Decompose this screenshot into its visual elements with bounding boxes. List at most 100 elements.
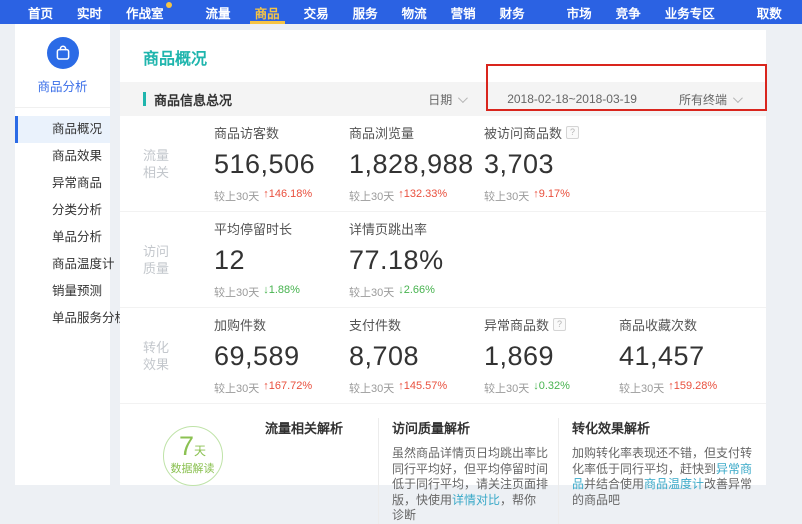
metric-card: 异常商品数 ? 1,869 较上30天 ↓0.32% <box>484 315 619 396</box>
sidebar-item-label: 商品概况 <box>52 122 102 136</box>
insight-link[interactable]: 详情对比 <box>452 493 500 507</box>
metric-cards: 平均停留时长 12 较上30天 ↓1.88% 详情页跳出率 77.18% 较上3… <box>214 219 484 300</box>
top-nav-item[interactable]: 服务 <box>341 0 390 24</box>
metric-delta: ↓1.88% <box>263 284 300 300</box>
top-nav-item-label: 服务 <box>353 3 378 22</box>
sidebar-item-label: 单品分析 <box>52 230 102 244</box>
top-nav: 首页 实时 作战室 流量 商品 交易 服务 物流 营销 财务 <box>0 0 802 24</box>
metric-row: 访问质量 平均停留时长 12 较上30天 ↓1.88% 详情页跳出率 77.18… <box>120 212 766 308</box>
top-nav-item[interactable]: 市场 <box>555 0 604 24</box>
sidebar-item[interactable]: 商品效果 <box>15 143 110 170</box>
compare-label: 较上30天 <box>214 188 259 204</box>
top-nav-item[interactable]: 实时 <box>65 0 114 24</box>
top-nav-item-label: 市场 <box>567 3 592 22</box>
help-icon[interactable]: ? <box>553 318 566 331</box>
metric-value: 77.18% <box>349 245 484 276</box>
metric-delta: ↑159.28% <box>668 380 717 396</box>
sidebar-item[interactable]: 分类分析 <box>15 197 110 224</box>
section-toolbar: 商品信息总况 日期 2018-02-18~2018-03-19 所有终端 <box>120 82 766 116</box>
sidebar-item[interactable]: 单品分析 <box>15 224 110 251</box>
date-type-dropdown[interactable]: 日期 <box>428 91 465 108</box>
metric-delta: ↓0.32% <box>533 380 570 396</box>
metric-value: 41,457 <box>619 341 754 372</box>
insight-body: 加购转化率表现还不错，但支付转化率低于同行平均，赶快到异常商品并结合使用商品温度… <box>572 446 756 508</box>
insight-title: 访问质量解析 <box>392 418 548 437</box>
metric-delta: ↓2.66% <box>398 284 435 300</box>
sidebar-group-header: 商品分析 <box>15 24 110 108</box>
insight-title: 流量相关解析 <box>265 418 368 437</box>
sidebar-item-label: 销量预测 <box>52 284 102 298</box>
insight-column: 转化效果解析 加购转化率表现还不错，但支付转化率低于同行平均，赶快到异常商品并结… <box>558 418 766 524</box>
sidebar-item[interactable]: 销量预测 <box>15 278 110 305</box>
help-icon[interactable]: ? <box>566 126 579 139</box>
top-nav-item[interactable]: 首页 <box>16 0 65 24</box>
metric-group: 流量相关 <box>120 147 214 181</box>
date-range-picker[interactable]: 2018-02-18~2018-03-19 <box>507 92 637 106</box>
metric-card: 支付件数 8,708 较上30天 ↑145.57% <box>349 315 484 396</box>
badge-days-number: 7 <box>179 431 194 461</box>
metric-label: 详情页跳出率 <box>349 219 427 238</box>
metric-label: 商品访客数 <box>214 123 279 142</box>
sidebar-item[interactable]: 单品服务分析 <box>15 305 110 332</box>
sidebar-item[interactable]: 商品概况 <box>15 116 110 143</box>
metric-value: 12 <box>214 245 349 276</box>
top-nav-item-label: 流量 <box>206 3 231 22</box>
top-nav-item[interactable]: 学院 <box>794 0 802 24</box>
top-nav-item[interactable]: 作战室 <box>114 0 176 24</box>
main-content-card: 商品概况 商品信息总况 日期 2018-02-18~2018-03-19 所有终… <box>120 30 766 485</box>
top-nav-item-label: 物流 <box>402 3 427 22</box>
top-nav-item[interactable]: 取数 <box>745 0 794 24</box>
top-nav-item-label: 营销 <box>451 3 476 22</box>
top-nav-item-label: 财务 <box>500 3 525 22</box>
chevron-down-icon <box>458 93 468 103</box>
top-nav-item[interactable]: 营销 <box>439 0 488 24</box>
compare-label: 较上30天 <box>619 380 664 396</box>
metric-label: 被访问商品数 <box>484 123 562 142</box>
metric-value: 1,828,988 <box>349 149 484 180</box>
top-nav-item-label: 业务专区 <box>665 3 715 22</box>
metric-delta: ↑167.72% <box>263 380 312 396</box>
top-nav-item[interactable]: 交易 <box>292 0 341 24</box>
top-nav-item-label: 交易 <box>304 3 329 22</box>
metric-card: 商品收藏次数 41,457 较上30天 ↑159.28% <box>619 315 754 396</box>
top-nav-item[interactable]: 财务 <box>488 0 537 24</box>
metric-cards: 商品访客数 516,506 较上30天 ↑146.18% 商品浏览量 1,828… <box>214 123 619 204</box>
metrics-section: 流量相关 商品访客数 516,506 较上30天 ↑146.18% 商品浏览量 … <box>120 116 766 404</box>
top-nav-item[interactable]: 商品 <box>243 0 292 24</box>
compare-label: 较上30天 <box>484 380 529 396</box>
sidebar-menu: 商品概况 商品效果 异常商品 分类分析 单品分析 商品温度计 销量预测 单品服务… <box>15 108 110 332</box>
metric-card: 被访问商品数 ? 3,703 较上30天 ↑9.17% <box>484 123 619 204</box>
top-nav-item-label: 作战室 <box>126 3 164 22</box>
terminal-dropdown[interactable]: 所有终端 <box>679 91 740 108</box>
data-insight-badge: 7天 数据解读 <box>163 426 223 486</box>
sidebar: 商品分析 商品概况 商品效果 异常商品 分类分析 单品分析 商品温度计 销量预测… <box>15 24 110 485</box>
sidebar-item-label: 商品温度计 <box>52 257 115 271</box>
metric-delta: ↑146.18% <box>263 188 312 204</box>
metric-delta: ↑132.33% <box>398 188 447 204</box>
chevron-down-icon <box>733 93 743 103</box>
compare-label: 较上30天 <box>214 284 259 300</box>
compare-label: 较上30天 <box>349 380 394 396</box>
insight-link[interactable]: 商品温度计 <box>644 477 704 491</box>
top-nav-item[interactable]: 竞争 <box>604 0 653 24</box>
top-nav-item-label: 实时 <box>77 3 102 22</box>
metric-label: 加购件数 <box>214 315 266 334</box>
sidebar-item[interactable]: 商品温度计 <box>15 251 110 278</box>
metric-group: 访问质量 <box>120 243 214 277</box>
metric-label: 异常商品数 <box>484 315 549 334</box>
metric-label: 商品浏览量 <box>349 123 414 142</box>
top-nav-item[interactable]: 业务专区 <box>653 0 727 24</box>
metric-card: 商品访客数 516,506 较上30天 ↑146.18% <box>214 123 349 204</box>
metric-value: 3,703 <box>484 149 619 180</box>
metric-value: 516,506 <box>214 149 349 180</box>
sidebar-item[interactable]: 异常商品 <box>15 170 110 197</box>
top-nav-item[interactable]: 流量 <box>194 0 243 24</box>
metric-delta: ↑145.57% <box>398 380 447 396</box>
top-nav-item-label: 商品 <box>255 3 280 22</box>
sidebar-item-label: 分类分析 <box>52 203 102 217</box>
compare-label: 较上30天 <box>349 284 394 300</box>
insights-section: 7天 数据解读 流量相关解析 访问质量解析 虽然商品详情页日均跳出率比同行平均好… <box>120 404 766 524</box>
sidebar-item-label: 异常商品 <box>52 176 102 190</box>
page-title: 商品概况 <box>120 30 766 82</box>
top-nav-item[interactable]: 物流 <box>390 0 439 24</box>
